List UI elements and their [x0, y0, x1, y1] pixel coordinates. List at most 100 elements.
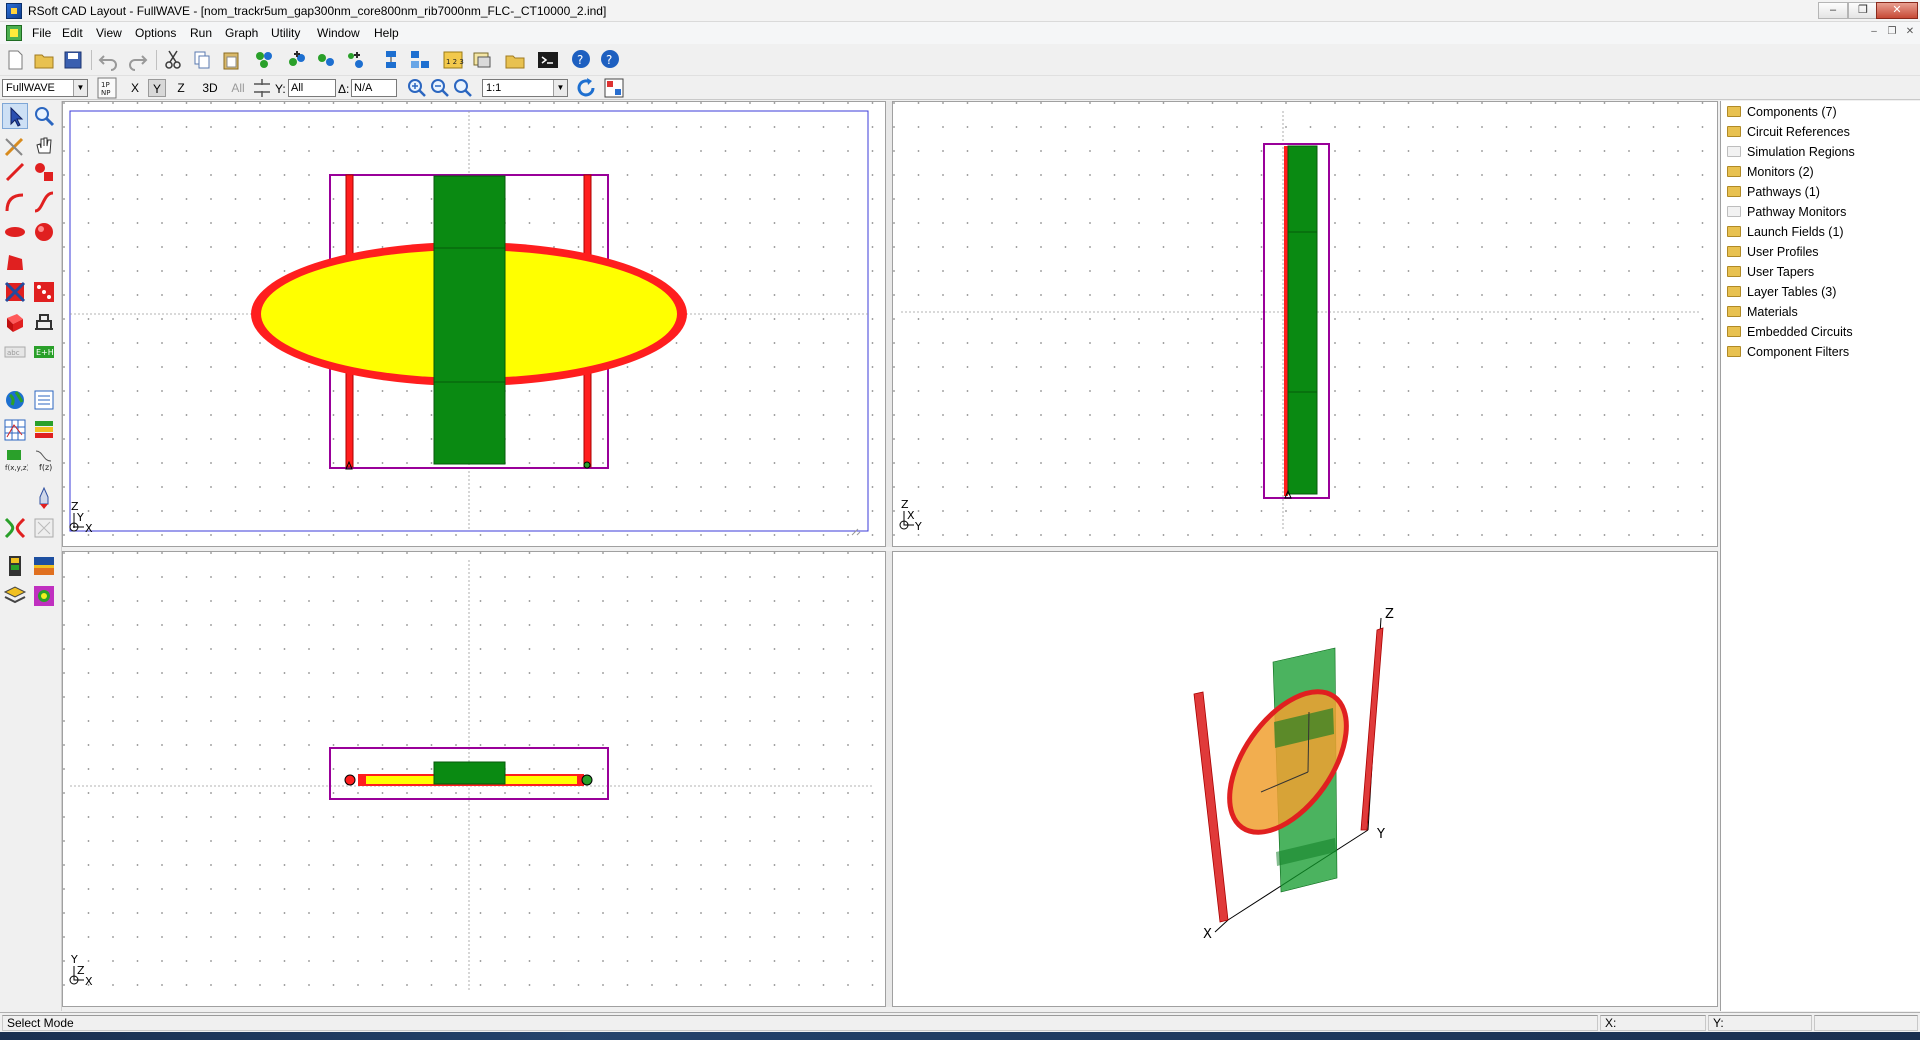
- device-icon[interactable]: [2, 553, 28, 579]
- view-layout-icon[interactable]: [602, 76, 626, 100]
- core-cross-section[interactable]: [433, 761, 506, 785]
- refresh-icon[interactable]: [574, 76, 598, 100]
- tree-item-monitors[interactable]: Monitors (2): [1727, 165, 1814, 185]
- layout-grid-icon[interactable]: [408, 48, 432, 72]
- tree-item-launch-fields[interactable]: Launch Fields (1): [1727, 225, 1844, 245]
- sunset-profile-icon[interactable]: [31, 553, 57, 579]
- axis-y-button[interactable]: Y: [148, 79, 166, 97]
- bridge-icon[interactable]: [31, 309, 57, 335]
- shape-tool-icon[interactable]: [31, 159, 57, 185]
- menu-options[interactable]: Options: [135, 26, 176, 40]
- layers-icon[interactable]: [31, 417, 57, 443]
- zoom-tool-icon[interactable]: [31, 103, 57, 129]
- taper-icon[interactable]: [2, 249, 28, 275]
- zoom-ratio-select[interactable]: 1:1 ▼: [482, 79, 568, 97]
- document-icon[interactable]: [6, 25, 22, 41]
- center-core-waveguide[interactable]: [433, 175, 506, 465]
- layer-spacing-icon[interactable]: [250, 76, 274, 100]
- edit-tool-icon[interactable]: [2, 133, 28, 159]
- app-icon[interactable]: [6, 3, 22, 19]
- select-arrow-icon[interactable]: [2, 103, 28, 129]
- side-view-canvas[interactable]: Z X Y: [893, 102, 1718, 547]
- menu-view[interactable]: View: [96, 26, 122, 40]
- cut-icon[interactable]: [161, 48, 185, 72]
- paste-icon[interactable]: [219, 48, 243, 72]
- tree-item-user-tapers[interactable]: User Tapers: [1727, 265, 1814, 285]
- perspective-view-pane[interactable]: X Y Z: [892, 551, 1718, 1007]
- copy-icon[interactable]: [190, 48, 214, 72]
- grid-chart-icon[interactable]: [2, 417, 28, 443]
- field-eh-icon[interactable]: E+H: [31, 339, 57, 365]
- tree-item-circuit-references[interactable]: Circuit References: [1727, 125, 1850, 145]
- array-icon[interactable]: [31, 279, 57, 305]
- mode-pattern-icon[interactable]: [31, 583, 57, 609]
- tree-item-pathway-monitors[interactable]: Pathway Monitors: [1727, 205, 1846, 225]
- text-label-icon[interactable]: abc: [2, 339, 28, 365]
- undo-icon[interactable]: [96, 48, 120, 72]
- redo-icon[interactable]: [126, 48, 150, 72]
- top-view-pane[interactable]: Z Y X: [62, 101, 886, 547]
- menu-run[interactable]: Run: [190, 26, 212, 40]
- all-layers-button[interactable]: All: [228, 79, 248, 97]
- tree-item-components[interactable]: Components (7): [1727, 105, 1837, 125]
- mdi-minimize-button[interactable]: –: [1866, 26, 1882, 40]
- ellipse-icon[interactable]: [2, 219, 28, 245]
- launch-rocket-icon[interactable]: [31, 485, 57, 511]
- coupler-icon[interactable]: [2, 515, 28, 541]
- core-waveguide-side[interactable]: [1287, 145, 1318, 495]
- add-segment-icon[interactable]: [285, 48, 309, 72]
- side-view-pane[interactable]: Z X Y: [892, 101, 1718, 547]
- front-view-canvas[interactable]: Y Z X: [63, 552, 886, 1007]
- menu-file[interactable]: File: [32, 26, 51, 40]
- sim-settings-icon[interactable]: 1 2 3: [441, 48, 465, 72]
- mdi-restore-button[interactable]: ❐: [1884, 26, 1900, 40]
- polygon-icon[interactable]: [2, 279, 28, 305]
- line-segment-icon[interactable]: [2, 159, 28, 185]
- new-file-icon[interactable]: [3, 48, 27, 72]
- tree-item-simulation-regions[interactable]: Simulation Regions: [1727, 145, 1855, 165]
- zoom-in-icon[interactable]: [405, 76, 429, 100]
- layer-structure-icon[interactable]: [379, 48, 403, 72]
- open-folder-icon[interactable]: [32, 48, 56, 72]
- help-cad-icon[interactable]: ?: [569, 48, 593, 72]
- s-bend-icon[interactable]: [31, 189, 57, 215]
- pan-hand-icon[interactable]: [31, 133, 57, 159]
- program-select[interactable]: FullWAVE ▼: [2, 79, 88, 97]
- menu-utility[interactable]: Utility: [271, 26, 300, 40]
- menu-window[interactable]: Window: [317, 26, 360, 40]
- cube-icon[interactable]: [2, 309, 28, 335]
- tree-item-embedded-circuits[interactable]: Embedded Circuits: [1727, 325, 1853, 345]
- sphere-icon[interactable]: [31, 219, 57, 245]
- open-results-icon[interactable]: [503, 48, 527, 72]
- maximize-button[interactable]: ❐: [1848, 2, 1878, 19]
- view-options-icon[interactable]: [470, 48, 494, 72]
- front-view-pane[interactable]: Y Z X: [62, 551, 886, 1007]
- axis-z-button[interactable]: Z: [173, 79, 189, 97]
- add-pathway-icon[interactable]: [314, 48, 338, 72]
- tree-item-component-filters[interactable]: Component Filters: [1727, 345, 1849, 365]
- close-button[interactable]: ✕: [1876, 2, 1918, 19]
- menu-edit[interactable]: Edit: [62, 26, 83, 40]
- globe-icon[interactable]: [2, 387, 28, 413]
- delta-input[interactable]: N/A: [351, 79, 397, 97]
- tree-item-layer-tables[interactable]: Layer Tables (3): [1727, 285, 1836, 305]
- y-position-input[interactable]: All: [288, 79, 336, 97]
- top-view-canvas[interactable]: Z Y X: [63, 102, 886, 547]
- add-monitor-icon[interactable]: [343, 48, 367, 72]
- zoom-fit-icon[interactable]: [451, 76, 475, 100]
- tree-item-materials[interactable]: Materials: [1727, 305, 1798, 325]
- mdi-close-button[interactable]: ✕: [1902, 26, 1918, 40]
- tree-item-pathways[interactable]: Pathways (1): [1727, 185, 1820, 205]
- help-sim-icon[interactable]: ?: [598, 48, 622, 72]
- terminal-icon[interactable]: [536, 48, 560, 72]
- function-3d-icon[interactable]: f(x,y,z): [2, 447, 28, 473]
- symbol-table-icon[interactable]: [252, 48, 276, 72]
- function-z-icon[interactable]: f(z): [31, 447, 57, 473]
- arc-tool-icon[interactable]: [2, 189, 28, 215]
- tree-item-user-profiles[interactable]: User Profiles: [1727, 245, 1819, 265]
- layer-stack-icon[interactable]: [2, 583, 28, 609]
- monitor-window-icon[interactable]: [31, 515, 57, 541]
- zoom-out-icon[interactable]: [428, 76, 452, 100]
- list-properties-icon[interactable]: [31, 387, 57, 413]
- axis-x-button[interactable]: X: [127, 79, 143, 97]
